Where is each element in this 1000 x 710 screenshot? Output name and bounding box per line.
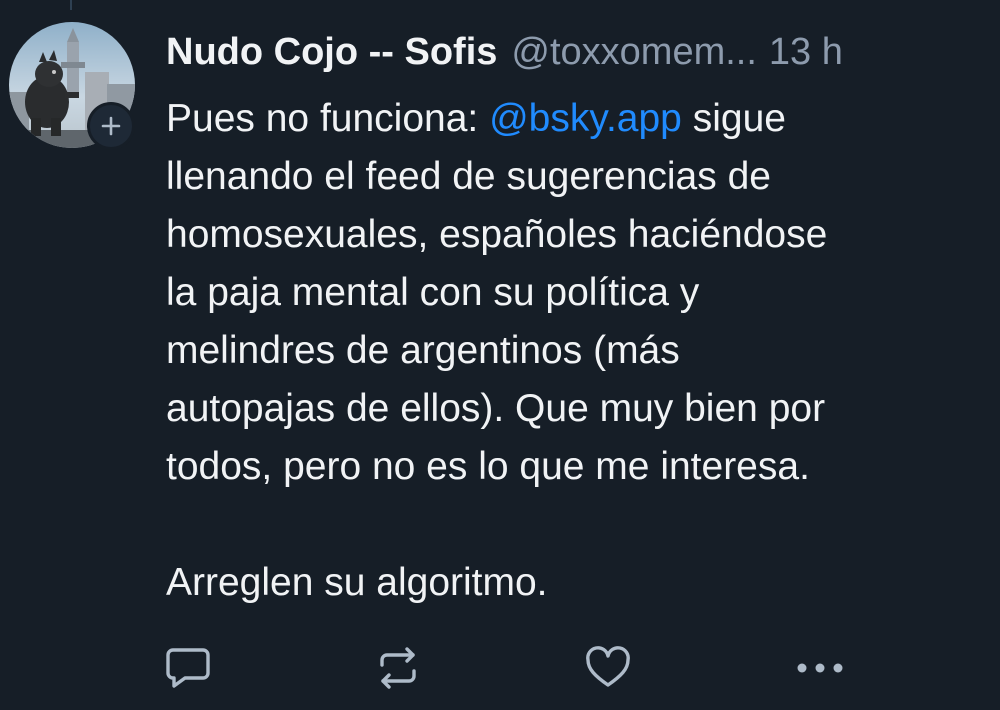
post-text-line: homosexuales, españoles haciéndose [166,213,828,256]
author-handle[interactable]: @toxxomem... [511,26,757,78]
post-text-segment: sigue [681,97,786,140]
mention-link[interactable]: @bsky.app [489,97,682,140]
repost-icon [380,647,416,689]
post-text-line: autopajas de ellos). Que muy bien por [166,387,826,430]
like-button[interactable] [580,640,636,696]
more-icon [797,663,843,673]
post-text-line: Pues no funciona: @bsky.app sigue [166,90,996,148]
post-text-line: la paja mental con su política y [166,271,700,314]
more-options-button[interactable] [792,640,848,696]
repost-button[interactable] [370,640,426,696]
avatar-container[interactable] [9,22,135,150]
author-display-name[interactable]: Nudo Cojo -- Sofis [166,26,497,78]
post-header: Nudo Cojo -- Sofis @toxxomem... 13 h [166,26,986,78]
follow-button[interactable] [87,102,135,150]
post-text-line: melindres de argentinos (más [166,329,680,372]
post-actions [0,640,1000,696]
post-text-line: llenando el feed de sugerencias de [166,155,771,198]
reply-icon [166,648,210,688]
post-text-line: Arreglen su algoritmo. [166,561,548,604]
reply-button[interactable] [160,640,216,696]
thread-line [70,0,72,10]
heart-icon [586,646,630,687]
plus-icon [101,116,121,136]
post-text-segment: Pues no funciona: [166,97,490,140]
post-text-line: todos, pero no es lo que me interesa. [166,445,810,488]
post-text: Pues no funciona: @bsky.app sigue llenan… [166,90,996,612]
post-timestamp[interactable]: 13 h [769,26,843,78]
